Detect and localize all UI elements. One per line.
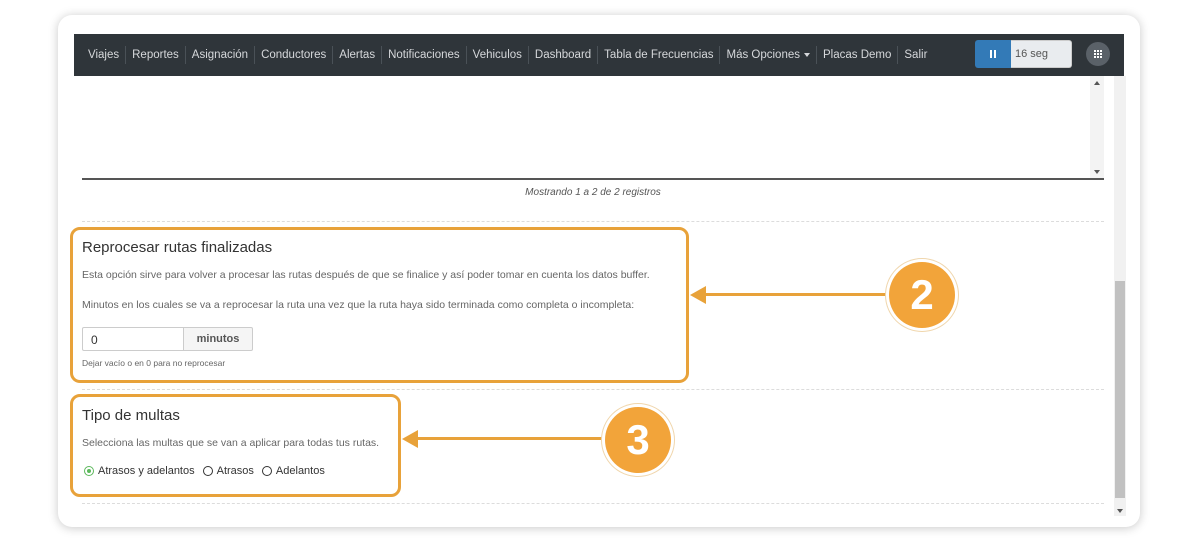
top-navbar: Viajes Reportes Asignación Conductores A… [74, 34, 1124, 76]
callout-box-2 [70, 227, 689, 383]
arrow-head-icon [690, 286, 706, 304]
callout-badge-2: 2 [889, 262, 955, 328]
scroll-down-icon[interactable] [1094, 170, 1100, 174]
callout-arrow-2 [704, 293, 888, 296]
scroll-down-icon[interactable] [1117, 509, 1123, 513]
arrow-head-icon [402, 430, 418, 448]
records-info: Mostrando 1 a 2 de 2 registros [525, 187, 661, 198]
scroll-up-icon[interactable] [1094, 81, 1100, 85]
callout-box-3 [70, 394, 401, 497]
table-bottom-border [82, 178, 1104, 180]
apps-grid-icon [1094, 50, 1102, 58]
scrollbar-thumb[interactable] [1115, 281, 1125, 498]
nav-vehiculos[interactable]: Vehiculos [465, 46, 528, 64]
nav-placas-demo[interactable]: Placas Demo [816, 46, 897, 64]
divider [82, 221, 1104, 222]
callout-badge-3: 3 [605, 407, 671, 473]
auto-refresh-control: 16 seg [975, 40, 1072, 68]
records-table [82, 76, 1104, 179]
pause-icon [990, 50, 992, 58]
nav-asignacion[interactable]: Asignación [184, 46, 254, 64]
nav-reportes[interactable]: Reportes [125, 46, 185, 64]
table-scrollbar[interactable] [1090, 76, 1104, 179]
pause-button[interactable] [975, 40, 1011, 68]
nav-alertas[interactable]: Alertas [332, 46, 381, 64]
divider [82, 389, 1104, 390]
nav-dashboard[interactable]: Dashboard [527, 46, 597, 64]
nav-conductores[interactable]: Conductores [254, 46, 332, 64]
callout-arrow-3 [416, 437, 604, 440]
divider [82, 503, 1104, 504]
nav-tabla-frecuencias[interactable]: Tabla de Frecuencias [597, 46, 719, 64]
refresh-interval-field[interactable]: 16 seg [1011, 40, 1072, 68]
apps-menu-button[interactable] [1086, 42, 1110, 66]
nav-mas-opciones[interactable]: Más Opciones [719, 46, 816, 64]
nav-mas-opciones-label: Más Opciones [726, 49, 800, 61]
nav-notificaciones[interactable]: Notificaciones [381, 46, 466, 64]
caret-down-icon [804, 52, 810, 57]
nav-salir[interactable]: Salir [897, 46, 933, 64]
nav-viajes[interactable]: Viajes [82, 46, 125, 64]
page-scrollbar[interactable] [1114, 76, 1126, 516]
